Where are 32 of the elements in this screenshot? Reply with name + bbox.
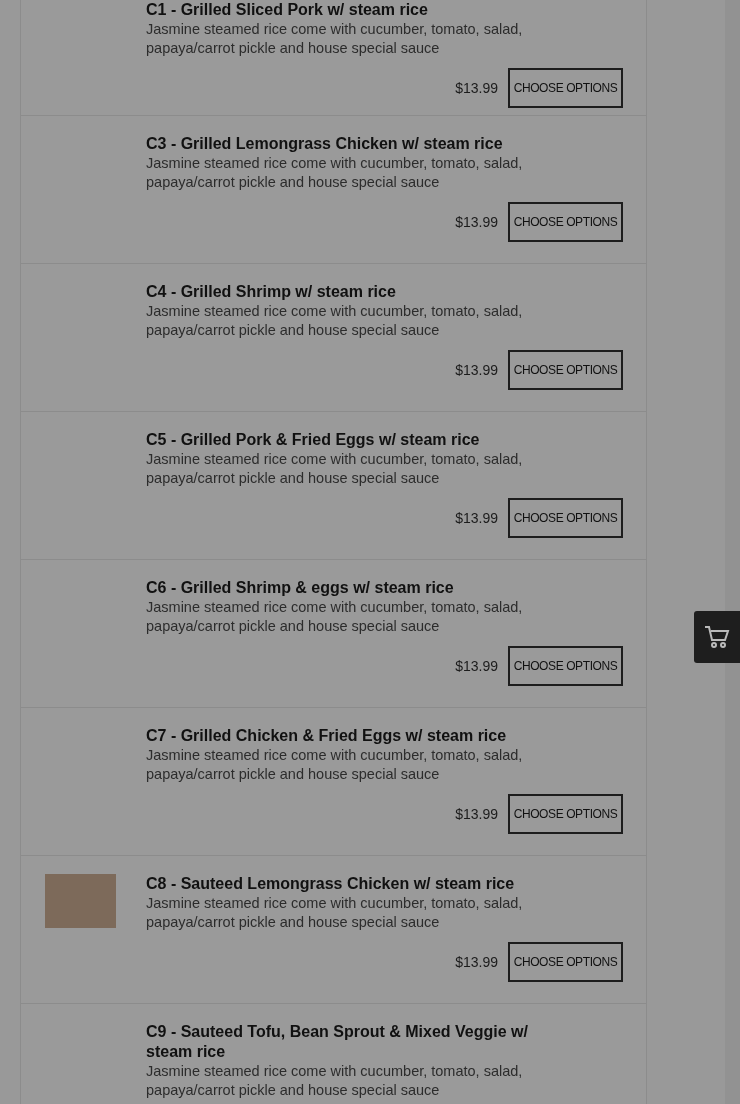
item-price: $13.99 xyxy=(455,952,498,972)
item-price: $13.99 xyxy=(455,78,498,98)
item-price: $13.99 xyxy=(455,508,498,528)
item-price: $13.99 xyxy=(455,804,498,824)
item-description: Jasmine steamed rice come with cucumber, tomato, salad, papaya/carrot pickle and house special sauce xyxy=(146,746,524,784)
choose-options-button[interactable]: CHOOSE OPTIONS xyxy=(508,942,623,982)
choose-options-button[interactable]: CHOOSE OPTIONS xyxy=(508,794,623,834)
cart-icon xyxy=(704,625,730,649)
choose-options-button[interactable]: CHOOSE OPTIONS xyxy=(508,498,623,538)
item-description: Jasmine steamed rice come with cucumber, tomato, salad, papaya/carrot pickle and house special sauce xyxy=(146,450,524,488)
choose-options-button[interactable]: CHOOSE OPTIONS xyxy=(508,68,623,108)
item-title: C3 - Grilled Lemongrass Chicken w/ steam rice xyxy=(146,134,504,154)
item-title: C1 - Grilled Sliced Pork w/ steam rice xyxy=(146,0,429,20)
item-price: $13.99 xyxy=(455,656,498,676)
item-title: C5 - Grilled Pork & Fried Eggs w/ steam rice xyxy=(146,430,481,450)
item-title: C7 - Grilled Chicken & Fried Eggs w/ steam rice xyxy=(146,726,508,746)
item-description: Jasmine steamed rice come with cucumber, tomato, salad, papaya/carrot pickle and house special sauce xyxy=(146,20,524,58)
item-title: C8 - Sauteed Lemongrass Chicken w/ steam rice xyxy=(146,874,516,894)
item-description: Jasmine steamed rice come with cucumber, tomato, salad, papaya/carrot pickle and house special sauce xyxy=(146,154,524,192)
choose-options-button[interactable]: CHOOSE OPTIONS xyxy=(508,646,623,686)
cart-button[interactable] xyxy=(694,611,740,663)
choose-options-button[interactable]: CHOOSE OPTIONS xyxy=(508,202,623,242)
item-price: $13.99 xyxy=(455,212,498,232)
item-description: Jasmine steamed rice come with cucumber, tomato, salad, papaya/carrot pickle and house special sauce xyxy=(146,598,524,636)
item-price: $13.99 xyxy=(455,360,498,380)
item-title: C9 - Sauteed Tofu, Bean Sprout & Mixed Veggie w/ steam rice xyxy=(146,1022,529,1062)
item-description: Jasmine steamed rice come with cucumber, tomato, salad, papaya/carrot pickle and house special sauce xyxy=(146,1062,524,1100)
item-title: C6 - Grilled Shrimp & eggs w/ steam rice xyxy=(146,578,455,598)
item-description: Jasmine steamed rice come with cucumber, tomato, salad, papaya/carrot pickle and house special sauce xyxy=(146,302,524,340)
item-description: Jasmine steamed rice come with cucumber, tomato, salad, papaya/carrot pickle and house special sauce xyxy=(146,894,524,932)
item-title: C4 - Grilled Shrimp w/ steam rice xyxy=(146,282,397,302)
choose-options-button[interactable]: CHOOSE OPTIONS xyxy=(508,350,623,390)
